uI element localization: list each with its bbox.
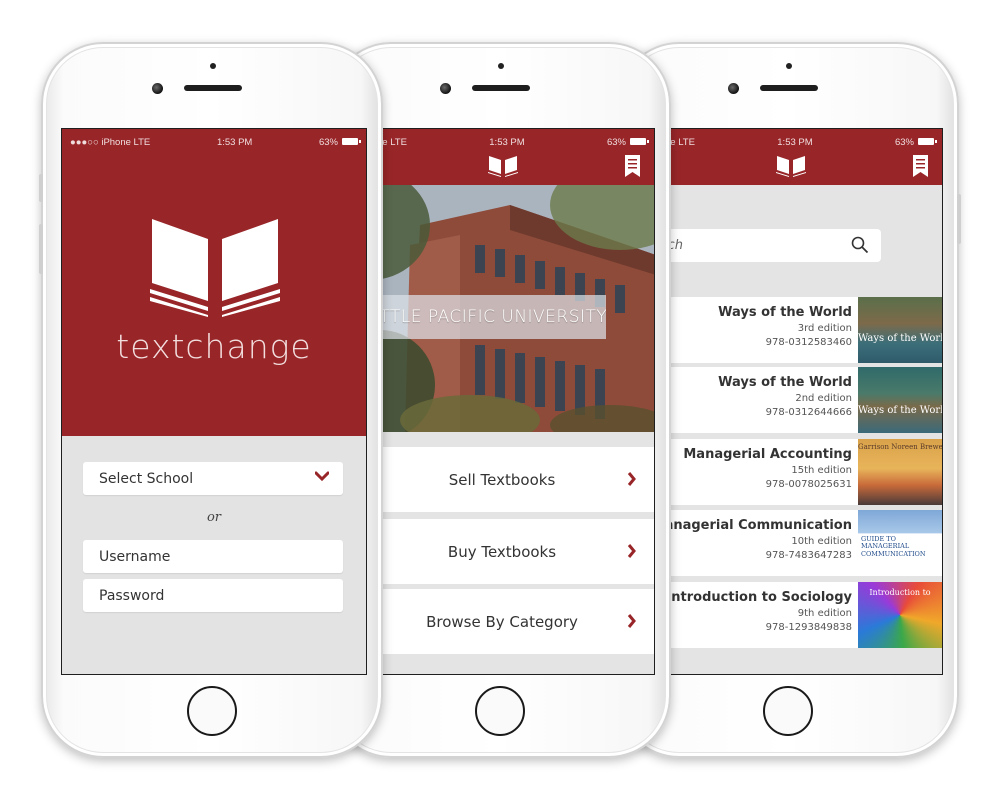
battery-indicator: 63% <box>895 137 937 148</box>
campus-title: SEATTLE PACIFIC UNIVERSITY <box>350 295 606 339</box>
book-info: Ways of the World 2nd edition 978-031264… <box>718 375 852 418</box>
battery-icon <box>917 138 937 146</box>
chevron-down-icon <box>315 471 329 481</box>
book-list-item[interactable]: Introduction to Sociology 9th edition 97… <box>638 582 942 648</box>
proximity-sensor <box>498 63 504 69</box>
book-cover: Introduction to <box>858 582 942 648</box>
search-icon[interactable] <box>851 236 869 254</box>
mute-switch <box>39 174 43 202</box>
home-screen: iPhone LTE 1:53 PM 63% <box>349 128 655 675</box>
earpiece-speaker <box>760 85 818 91</box>
volume-up-button <box>39 224 43 274</box>
password-field-wrapper <box>83 579 343 612</box>
power-button <box>957 194 961 244</box>
bookmark-list-icon[interactable] <box>913 155 928 177</box>
proximity-sensor <box>786 63 792 69</box>
book-title: Managerial Accounting <box>683 447 852 462</box>
book-info: Managerial Accounting 15th edition 978-0… <box>683 447 852 490</box>
app-name: textchange <box>116 327 312 366</box>
book-edition: 3rd edition <box>797 323 852 334</box>
search-area <box>638 185 942 295</box>
carrier-label: ●●●○○ iPhone LTE <box>70 136 151 148</box>
sell-textbooks-label: Sell Textbooks <box>448 470 556 489</box>
cover-title: GUIDE TO MANAGERIAL COMMUNICATION <box>861 535 926 558</box>
status-bar: iPhone LTE 1:53 PM 63% <box>350 129 654 155</box>
or-separator: or <box>206 510 222 525</box>
select-school-dropdown[interactable]: Select School <box>83 462 343 495</box>
status-bar: iPhone LTE 1:53 PM 63% <box>638 129 942 155</box>
front-camera <box>728 83 739 94</box>
cover-title: Ways of the World <box>858 333 942 344</box>
book-title: Managerial Communication <box>651 518 852 533</box>
book-list-item[interactable]: Managerial Communication 10th edition 97… <box>638 510 942 576</box>
time-label: 1:53 PM <box>489 136 525 148</box>
open-book-icon[interactable] <box>488 155 518 177</box>
browse-by-category-button[interactable]: Browse By Category <box>350 589 654 654</box>
book-cover: Ways of the World <box>858 297 942 363</box>
book-edition: 15th edition <box>791 465 852 476</box>
open-book-icon[interactable] <box>776 155 806 177</box>
book-list-item[interactable]: Managerial Accounting 15th edition 978-0… <box>638 439 942 505</box>
login-header: ●●●○○ iPhone LTE 1:53 PM 63% textchange <box>62 129 366 436</box>
username-field-wrapper <box>83 540 343 573</box>
proximity-sensor <box>210 63 216 69</box>
chevron-right-icon <box>627 544 636 558</box>
battery-icon <box>629 138 649 146</box>
battery-indicator: 63% <box>607 137 649 148</box>
login-form: Select School or <box>62 436 366 674</box>
front-camera <box>152 83 163 94</box>
phone-login: ●●●○○ iPhone LTE 1:53 PM 63% textchange … <box>39 42 383 758</box>
open-book-icon <box>150 219 280 317</box>
battery-indicator: 63% <box>319 137 361 148</box>
login-screen: ●●●○○ iPhone LTE 1:53 PM 63% textchange … <box>61 128 367 675</box>
password-field[interactable] <box>99 587 319 604</box>
book-cover: Garrison Noreen Brewer <box>858 439 942 505</box>
book-isbn: 978-7483647283 <box>765 550 852 561</box>
earpiece-speaker <box>472 85 530 91</box>
book-isbn: 978-0078025631 <box>765 479 852 490</box>
book-cover: GUIDE TO MANAGERIAL COMMUNICATION <box>858 510 942 576</box>
home-button[interactable] <box>475 686 525 736</box>
front-camera <box>440 83 451 94</box>
book-title: Ways of the World <box>718 305 852 320</box>
cover-title: Ways of the World <box>858 405 942 416</box>
book-title: Ways of the World <box>718 375 852 390</box>
battery-icon <box>342 138 361 146</box>
book-edition: 10th edition <box>791 536 852 547</box>
campus-banner: SEATTLE PACIFIC UNIVERSITY <box>350 185 654 432</box>
browse-by-category-label: Browse By Category <box>426 612 578 631</box>
sell-textbooks-button[interactable]: Sell Textbooks <box>350 447 654 512</box>
buy-textbooks-button[interactable]: Buy Textbooks <box>350 519 654 584</box>
nav-bar: iPhone LTE 1:53 PM 63% <box>638 129 942 185</box>
book-title: Introduction to Sociology <box>666 590 852 605</box>
chevron-right-icon <box>627 472 636 486</box>
earpiece-speaker <box>184 85 242 91</box>
book-list-item[interactable]: Ways of the World 2nd edition 978-031264… <box>638 367 942 433</box>
book-list-item[interactable]: Ways of the World 3rd edition 978-031258… <box>638 297 942 363</box>
cover-title: Introduction to <box>869 588 931 597</box>
time-label: 1:53 PM <box>216 136 253 148</box>
browse-screen: iPhone LTE 1:53 PM 63% <box>637 128 943 675</box>
cover-authors: Garrison Noreen Brewer <box>858 443 942 451</box>
username-field[interactable] <box>99 548 319 565</box>
book-info: Managerial Communication 10th edition 97… <box>652 518 852 561</box>
nav-bar: iPhone LTE 1:53 PM 63% <box>350 129 654 185</box>
home-button[interactable] <box>763 686 813 736</box>
book-cover: Ways of the World <box>858 367 942 433</box>
book-isbn: 978-0312583460 <box>765 337 852 348</box>
book-info: Introduction to Sociology 9th edition 97… <box>666 590 852 633</box>
buy-textbooks-label: Buy Textbooks <box>447 542 557 561</box>
home-button[interactable] <box>187 686 237 736</box>
book-info: Ways of the World 3rd edition 978-031258… <box>718 305 852 348</box>
status-bar: ●●●○○ iPhone LTE 1:53 PM 63% <box>62 129 366 155</box>
search-box <box>638 229 881 262</box>
select-school-label: Select School <box>99 470 194 487</box>
time-label: 1:53 PM <box>777 136 813 148</box>
book-edition: 2nd edition <box>795 393 852 404</box>
book-isbn: 978-1293849838 <box>765 622 852 633</box>
chevron-right-icon <box>627 614 636 628</box>
bookmark-list-icon[interactable] <box>625 155 640 177</box>
book-edition: 9th edition <box>797 608 852 619</box>
book-isbn: 978-0312644666 <box>765 407 852 418</box>
